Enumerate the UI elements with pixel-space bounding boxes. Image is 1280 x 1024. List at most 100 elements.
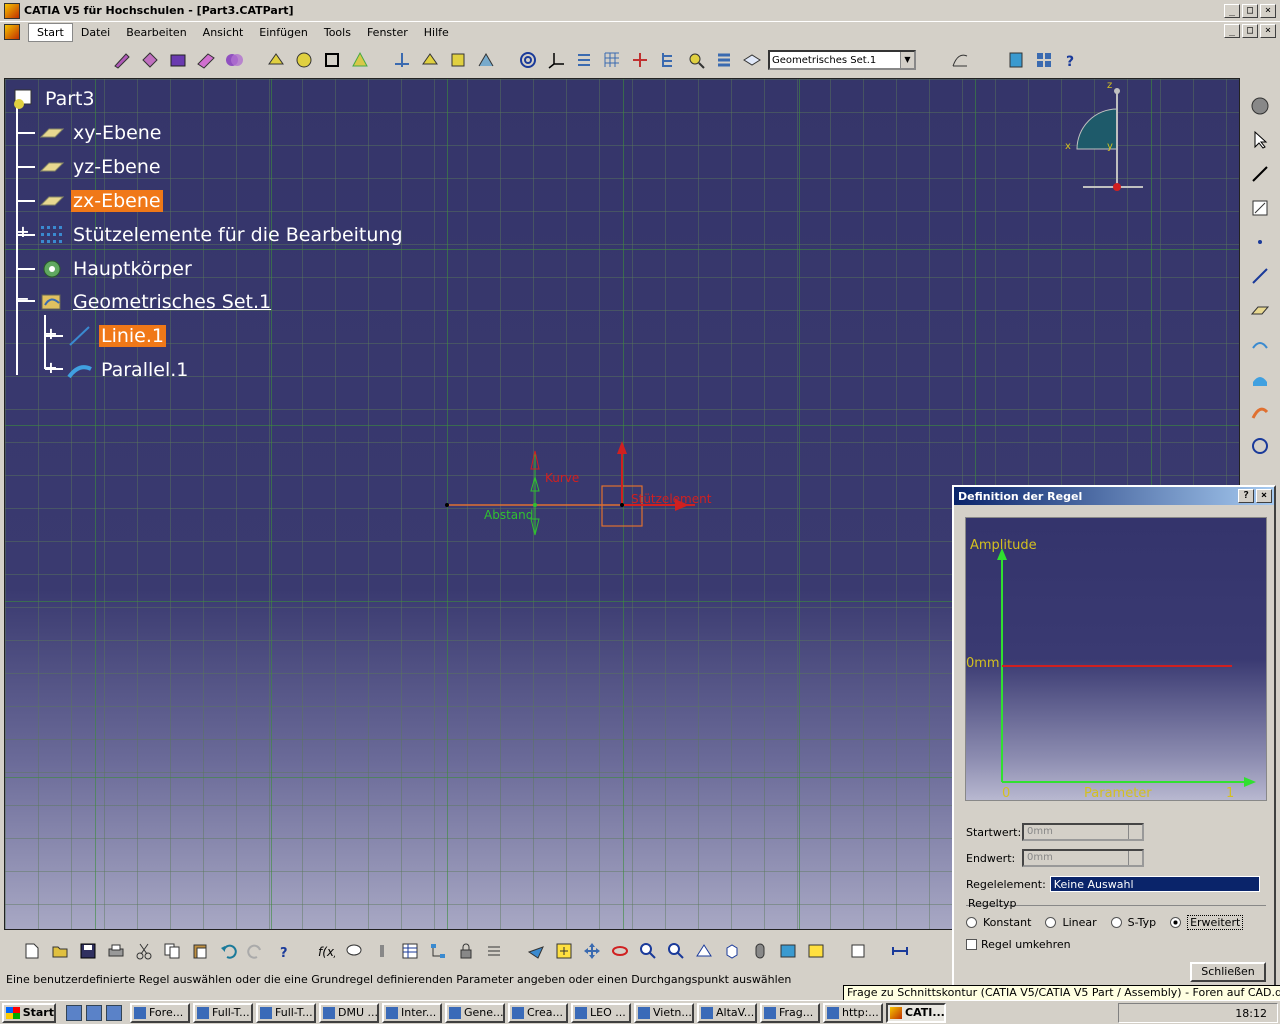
save-icon[interactable]	[76, 939, 100, 963]
paste-icon[interactable]	[188, 939, 212, 963]
start-button[interactable]: Start	[2, 1002, 56, 1023]
tree-root[interactable]: Part3	[11, 85, 97, 113]
tree-item-xy-ebene[interactable]: xy-Ebene	[39, 119, 164, 147]
radio-s-typ[interactable]: S-Typ	[1110, 916, 1156, 929]
quick-launch-icon[interactable]	[106, 1004, 122, 1021]
cut-icon[interactable]	[132, 939, 156, 963]
formula-icon[interactable]: f(x)	[314, 939, 338, 963]
tree-icon[interactable]	[656, 48, 680, 72]
menu-fenster[interactable]: Fenster	[359, 24, 416, 41]
tree-item-geometrisches-set[interactable]: Geometrisches Set.1	[39, 288, 273, 316]
menu-start[interactable]: Start	[28, 22, 73, 42]
curve-analysis-icon[interactable]	[948, 48, 972, 72]
point-tool-icon[interactable]	[1248, 230, 1272, 254]
task-button[interactable]: AltaV...	[697, 1002, 757, 1023]
print-icon[interactable]	[104, 939, 128, 963]
zoom-out-icon[interactable]	[664, 939, 688, 963]
redo-icon[interactable]	[244, 939, 268, 963]
task-button-catia[interactable]: CATI...	[886, 1002, 946, 1023]
catia-app-icon[interactable]	[4, 2, 20, 19]
close-button[interactable]: ×	[1260, 4, 1276, 18]
regelelement-field[interactable]: Keine Auswahl	[1049, 876, 1260, 892]
projection-icon[interactable]	[1248, 332, 1272, 356]
maximize-button[interactable]: □	[1242, 4, 1258, 18]
axis-icon[interactable]	[390, 48, 414, 72]
dialog-help-button[interactable]: ?	[1238, 489, 1254, 503]
list-icon[interactable]	[572, 48, 596, 72]
iso-view-icon[interactable]	[720, 939, 744, 963]
plane-tool-icon[interactable]	[1248, 298, 1272, 322]
menu-bearbeiten[interactable]: Bearbeiten	[118, 24, 194, 41]
task-button[interactable]: Inter...	[382, 1002, 442, 1023]
fly-icon[interactable]	[524, 939, 548, 963]
radio-linear[interactable]: Linear	[1045, 916, 1097, 929]
sketch-icon[interactable]	[110, 48, 134, 72]
menu-datei[interactable]: Datei	[73, 24, 118, 41]
select-arrow-icon[interactable]	[1248, 128, 1272, 152]
menu-einfuegen[interactable]: Einfügen	[251, 24, 316, 41]
collapse-minus-icon[interactable]: −	[16, 291, 30, 307]
tree-item-zx-ebene[interactable]: zx-Ebene	[39, 187, 163, 215]
circle-tool-icon[interactable]	[1248, 434, 1272, 458]
menu-ansicht[interactable]: Ansicht	[195, 24, 252, 41]
expand-plus-icon[interactable]: +	[44, 360, 58, 376]
wireframe-icon[interactable]	[138, 48, 162, 72]
task-button[interactable]: LEO ...	[571, 1002, 631, 1023]
snap-icon[interactable]	[628, 48, 652, 72]
chevron-down-icon[interactable]: ▼	[900, 52, 914, 68]
join-icon[interactable]	[222, 48, 246, 72]
task-button[interactable]: http:...	[823, 1002, 883, 1023]
task-button[interactable]: Gene...	[445, 1002, 505, 1023]
shading-icon[interactable]	[748, 939, 772, 963]
fit-all-icon[interactable]	[552, 939, 576, 963]
expand-plus-icon[interactable]: +	[16, 224, 30, 240]
measure-between-icon[interactable]	[888, 939, 912, 963]
schliessen-button[interactable]: Schließen	[1190, 962, 1266, 982]
endwert-spinner[interactable]: 0mm	[1022, 849, 1144, 867]
compass[interactable]: z x y	[1065, 80, 1159, 196]
tree-item-hauptkoerper[interactable]: Hauptkörper	[39, 255, 194, 283]
spinner-arrows-icon[interactable]	[1128, 825, 1142, 839]
eye-icon[interactable]	[1248, 94, 1272, 118]
normal-view-icon[interactable]	[692, 939, 716, 963]
line-tool-icon[interactable]	[1248, 264, 1272, 288]
hierarchy-icon[interactable]	[426, 939, 450, 963]
task-button[interactable]: Frag...	[760, 1002, 820, 1023]
reorder-icon[interactable]	[482, 939, 506, 963]
geoset-select[interactable]: Geometrisches Set.1 ▼	[768, 50, 916, 70]
gear-shape-icon[interactable]	[292, 48, 316, 72]
quick-launch-icon[interactable]	[66, 1004, 82, 1021]
task-button[interactable]: DMU ...	[319, 1002, 379, 1023]
analysis-icon[interactable]	[474, 48, 498, 72]
layer-icon[interactable]	[740, 48, 764, 72]
undo-icon[interactable]	[216, 939, 240, 963]
extrude-icon[interactable]	[166, 48, 190, 72]
spiral-icon[interactable]	[516, 48, 540, 72]
clock[interactable]: 18:12	[1235, 1007, 1267, 1020]
task-button[interactable]: Crea...	[508, 1002, 568, 1023]
offset-icon[interactable]	[1248, 400, 1272, 424]
sketcher-icon[interactable]	[1248, 196, 1272, 220]
whats-this-icon[interactable]: ?	[272, 939, 296, 963]
new-file-icon[interactable]	[20, 939, 44, 963]
expand-plus-icon[interactable]: +	[44, 326, 58, 342]
pan-icon[interactable]	[580, 939, 604, 963]
doc-restore-button[interactable]: □	[1242, 24, 1258, 38]
fill-icon[interactable]	[348, 48, 372, 72]
measure-icon[interactable]	[1248, 162, 1272, 186]
axis-system-icon[interactable]	[544, 48, 568, 72]
tree-item-linie[interactable]: Linie.1	[67, 322, 167, 350]
table-tool-icon[interactable]	[398, 939, 422, 963]
menu-tools[interactable]: Tools	[316, 24, 359, 41]
surface-icon[interactable]	[194, 48, 218, 72]
document-icon[interactable]	[4, 24, 20, 40]
point-icon[interactable]	[264, 48, 288, 72]
quick-launch-icon[interactable]	[86, 1004, 102, 1021]
help-icon[interactable]: ?	[1060, 48, 1084, 72]
spinner-arrows-icon[interactable]	[1128, 851, 1142, 865]
macro-icon[interactable]	[846, 939, 870, 963]
minimize-button[interactable]: _	[1224, 4, 1240, 18]
open-folder-icon[interactable]	[48, 939, 72, 963]
tree-item-parallel[interactable]: Parallel.1	[67, 356, 190, 384]
doc-minimize-button[interactable]: _	[1224, 24, 1240, 38]
